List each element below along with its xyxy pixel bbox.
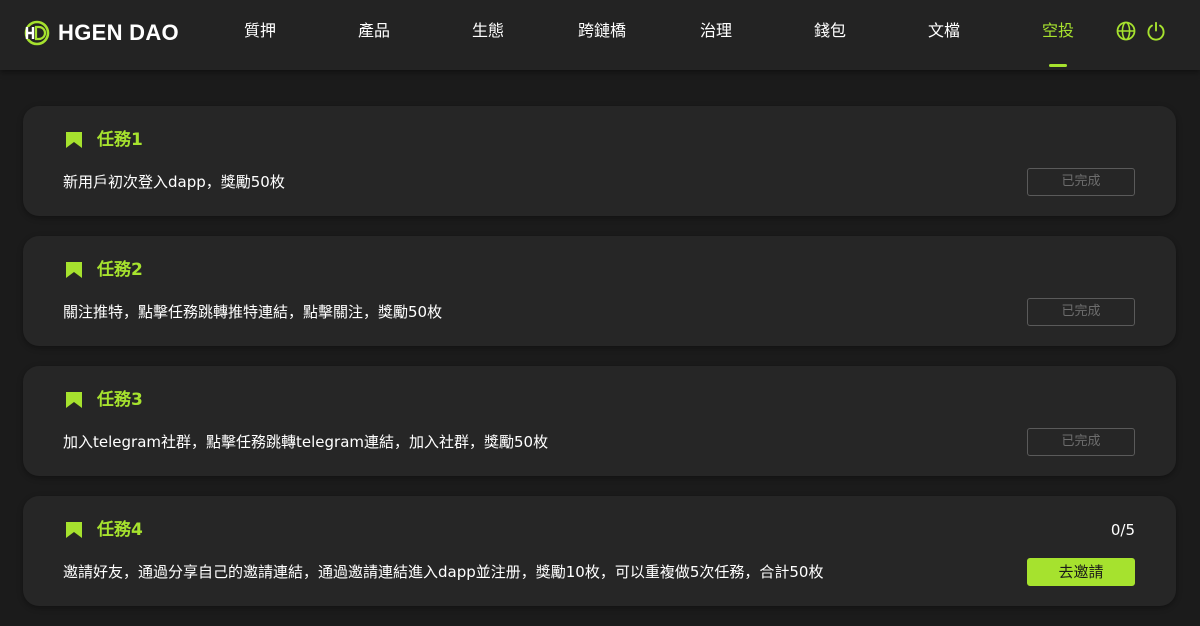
- nav-item-products[interactable]: 產品: [329, 20, 419, 42]
- task-title: 任務1: [97, 130, 143, 150]
- task-progress: 0/5: [1110, 521, 1135, 539]
- task-title: 任務3: [97, 390, 143, 410]
- globe-icon[interactable]: [1116, 21, 1136, 41]
- task-completed-button[interactable]: 已完成: [1027, 298, 1135, 326]
- brand-logo[interactable]: HGEN DAO: [24, 17, 179, 49]
- brand-name: HGEN DAO: [58, 20, 179, 45]
- task-card: 任務1 新用戶初次登入dapp，獎勵50枚 已完成: [23, 106, 1176, 216]
- task-card: 任務3 加入telegram社群，點擊任務跳轉telegram連結，加入社群，獎…: [23, 366, 1176, 476]
- nav-item-docs[interactable]: 文檔: [899, 20, 989, 42]
- top-navbar: HGEN DAO 質押 產品 生態 跨鏈橋 治理 錢包 文檔 空投: [0, 0, 1200, 70]
- task-card: 任務2 關注推特，點擊任務跳轉推特連結，點擊關注，獎勵50枚 已完成: [23, 236, 1176, 346]
- task-list: 任務1 新用戶初次登入dapp，獎勵50枚 已完成 任務2 關注推特，點擊任務跳…: [23, 106, 1176, 626]
- nav-item-wallet[interactable]: 錢包: [785, 20, 875, 42]
- bookmark-icon: [65, 521, 83, 539]
- bookmark-icon: [65, 131, 83, 149]
- task-completed-button[interactable]: 已完成: [1027, 168, 1135, 196]
- nav-item-airdrop[interactable]: 空投: [1013, 20, 1103, 42]
- nav-item-governance[interactable]: 治理: [671, 20, 761, 42]
- task-description: 邀請好友，通過分享自己的邀請連結，通過邀請連結進入dapp並注册，獎勵10枚，可…: [63, 563, 824, 581]
- active-tab-indicator: [1049, 64, 1067, 67]
- bookmark-icon: [65, 391, 83, 409]
- task-completed-button[interactable]: 已完成: [1027, 428, 1135, 456]
- task-title: 任務4: [97, 520, 143, 540]
- task-title: 任務2: [97, 260, 143, 280]
- task-description: 新用戶初次登入dapp，獎勵50枚: [63, 173, 285, 191]
- nav-item-staking[interactable]: 質押: [215, 20, 305, 42]
- power-icon[interactable]: [1146, 21, 1166, 41]
- task-description: 加入telegram社群，點擊任務跳轉telegram連結，加入社群，獎勵50枚: [63, 433, 549, 451]
- nav-item-ecosystem[interactable]: 生態: [443, 20, 533, 42]
- task-card: 任務4 0/5 邀請好友，通過分享自己的邀請連結，通過邀請連結進入dapp並注册…: [23, 496, 1176, 606]
- task-description: 關注推特，點擊任務跳轉推特連結，點擊關注，獎勵50枚: [63, 303, 443, 321]
- bookmark-icon: [65, 261, 83, 279]
- nav-item-bridge[interactable]: 跨鏈橋: [557, 20, 647, 42]
- invite-button[interactable]: 去邀請: [1027, 558, 1135, 586]
- hd-logo-icon: [24, 20, 50, 46]
